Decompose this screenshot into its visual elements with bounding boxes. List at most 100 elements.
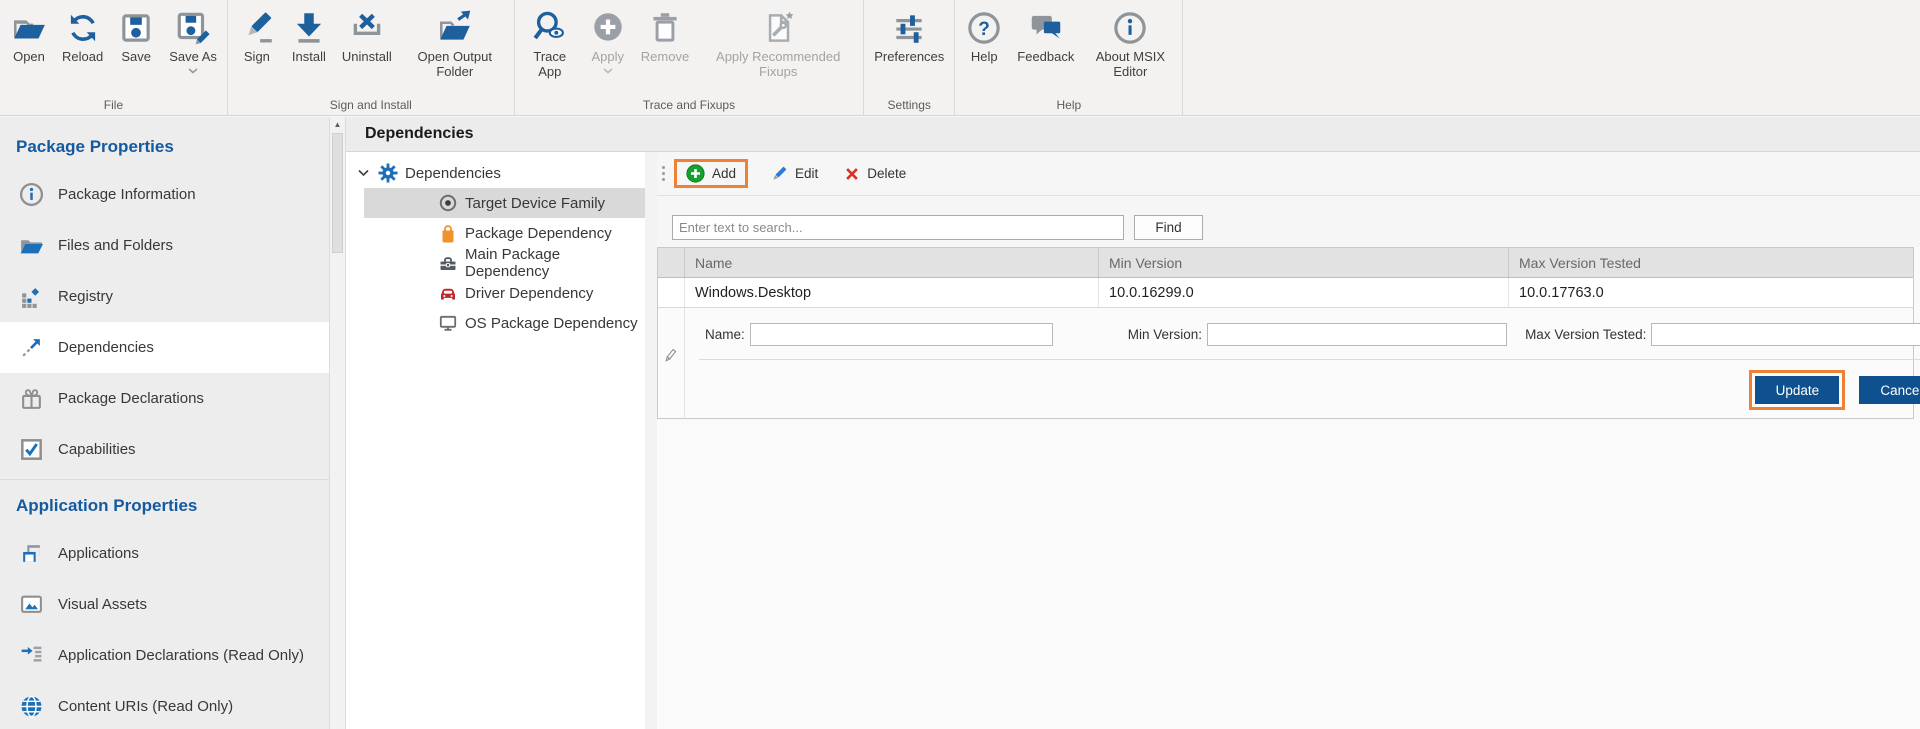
sidebar-item-visual-assets[interactable]: Visual Assets bbox=[0, 579, 329, 630]
max-version-tested-field[interactable] bbox=[1651, 323, 1920, 346]
scrollbar-up-arrow-icon[interactable]: ▲ bbox=[330, 117, 345, 132]
preferences-button[interactable]: Preferences bbox=[867, 7, 951, 64]
open-icon bbox=[10, 7, 48, 49]
sidebar-item-label: Files and Folders bbox=[58, 237, 173, 254]
cell-max-version-tested: 10.0.17763.0 bbox=[1509, 278, 1913, 307]
sidebar-item-files-and-folders[interactable]: Files and Folders bbox=[0, 220, 329, 271]
sidebar-item-applications[interactable]: Applications bbox=[0, 528, 329, 579]
apply-recommended-fixups-label: Apply Recommended Fixups bbox=[703, 49, 853, 79]
delete-label: Delete bbox=[867, 166, 906, 181]
help-button[interactable]: ? Help bbox=[958, 7, 1010, 64]
about-msix-editor-button[interactable]: About MSIX Editor bbox=[1081, 7, 1179, 79]
sidebar-item-capabilities[interactable]: Capabilities bbox=[0, 424, 329, 475]
checkbox-icon bbox=[18, 438, 44, 462]
tree-item-label: OS Package Dependency bbox=[465, 315, 638, 332]
sidebar-scrollbar[interactable]: ▲ bbox=[329, 117, 346, 729]
toolbar-grip-icon[interactable] bbox=[662, 166, 665, 181]
install-button[interactable]: Install bbox=[283, 7, 335, 64]
edit-button[interactable]: Edit bbox=[770, 165, 818, 183]
update-button[interactable]: Update bbox=[1755, 376, 1839, 404]
table-row[interactable]: Windows.Desktop 10.0.16299.0 10.0.17763.… bbox=[658, 278, 1913, 308]
row-indicator-cell bbox=[658, 278, 685, 307]
tree-item-main-package-dependency[interactable]: Main Package Dependency bbox=[346, 248, 645, 278]
cancel-button[interactable]: Cancel bbox=[1859, 376, 1920, 404]
dependencies-table: Name Min Version Max Version Tested Wind… bbox=[657, 247, 1914, 419]
sidebar: Package Properties Package Information F… bbox=[0, 117, 329, 729]
edit-label: Edit bbox=[795, 166, 818, 181]
save-as-button[interactable]: Save As bbox=[162, 7, 224, 76]
tree-item-driver-dependency[interactable]: Driver Dependency bbox=[346, 278, 645, 308]
trace-app-icon bbox=[531, 7, 569, 49]
open-button[interactable]: Open bbox=[3, 7, 55, 64]
trace-app-button[interactable]: Trace App bbox=[518, 7, 582, 79]
tree-item-label: Main Package Dependency bbox=[465, 246, 645, 280]
add-button[interactable]: Add bbox=[686, 164, 736, 183]
edit-pencil-icon bbox=[770, 165, 788, 183]
apply-label: Apply bbox=[592, 49, 625, 64]
reload-button[interactable]: Reload bbox=[55, 7, 110, 64]
sidebar-item-package-declarations[interactable]: Package Declarations bbox=[0, 373, 329, 424]
open-label: Open bbox=[13, 49, 45, 64]
monitor-icon bbox=[438, 313, 458, 333]
tree-item-os-package-dependency[interactable]: OS Package Dependency bbox=[346, 308, 645, 338]
ribbon-group-label-settings: Settings bbox=[867, 97, 951, 115]
tree-item-dependencies-root[interactable]: Dependencies bbox=[346, 158, 645, 188]
ribbon-group-file: Open Reload Save bbox=[0, 0, 228, 115]
apply-recommended-fixups-icon bbox=[759, 7, 797, 49]
tree-item-target-device-family[interactable]: Target Device Family bbox=[346, 188, 645, 218]
add-highlight-annotation: Add bbox=[674, 159, 748, 188]
globe-icon bbox=[18, 695, 44, 719]
save-as-dropdown-chevron-icon[interactable] bbox=[188, 66, 198, 76]
remove-button[interactable]: Remove bbox=[634, 7, 696, 64]
ribbon-group-settings: Preferences Settings bbox=[864, 0, 955, 115]
find-button[interactable]: Find bbox=[1134, 215, 1203, 240]
ribbon-group-label-trace-and-fixups: Trace and Fixups bbox=[518, 97, 860, 115]
tree-item-label: Package Dependency bbox=[465, 225, 612, 242]
uninstall-button[interactable]: Uninstall bbox=[335, 7, 399, 64]
sign-label: Sign bbox=[244, 49, 270, 64]
grid-toolbar: Add Edit Delete bbox=[657, 152, 1920, 196]
add-label: Add bbox=[712, 166, 736, 181]
sidebar-item-content-uris[interactable]: Content URIs (Read Only) bbox=[0, 681, 329, 729]
edit-indicator-pencil-icon bbox=[663, 348, 677, 369]
open-output-folder-label: Open Output Folder bbox=[406, 49, 504, 79]
gear-icon bbox=[378, 163, 398, 183]
column-header-max-version-tested[interactable]: Max Version Tested bbox=[1509, 248, 1913, 277]
sign-button[interactable]: Sign bbox=[231, 7, 283, 64]
min-version-field[interactable] bbox=[1207, 323, 1507, 346]
search-input[interactable] bbox=[672, 215, 1124, 240]
apply-recommended-fixups-button[interactable]: Apply Recommended Fixups bbox=[696, 7, 860, 79]
column-header-name[interactable]: Name bbox=[685, 248, 1099, 277]
save-button[interactable]: Save bbox=[110, 7, 162, 64]
apply-button[interactable]: Apply bbox=[582, 7, 634, 76]
sidebar-item-label: Application Declarations (Read Only) bbox=[58, 647, 304, 664]
min-version-field-label: Min Version: bbox=[1128, 327, 1202, 342]
feedback-button[interactable]: Feedback bbox=[1010, 7, 1081, 64]
sign-icon bbox=[238, 7, 276, 49]
row-indicator-header-cell bbox=[658, 248, 685, 277]
sidebar-item-application-declarations[interactable]: Application Declarations (Read Only) bbox=[0, 630, 329, 681]
toolbox-icon bbox=[438, 253, 458, 273]
delete-button[interactable]: Delete bbox=[844, 166, 906, 182]
ribbon-group-sign-and-install: Sign Install Uninstall bbox=[228, 0, 515, 115]
panel-splitter[interactable] bbox=[645, 152, 657, 729]
open-output-folder-button[interactable]: Open Output Folder bbox=[399, 7, 511, 79]
tree-item-label: Target Device Family bbox=[465, 195, 605, 212]
scrollbar-thumb[interactable] bbox=[332, 133, 343, 253]
chevron-down-icon[interactable] bbox=[356, 166, 370, 180]
dependencies-arrow-icon bbox=[18, 336, 44, 360]
sidebar-item-label: Capabilities bbox=[58, 441, 136, 458]
tree-item-package-dependency[interactable]: Package Dependency bbox=[346, 218, 645, 248]
sidebar-item-label: Applications bbox=[58, 545, 139, 562]
column-header-min-version[interactable]: Min Version bbox=[1099, 248, 1509, 277]
sidebar-item-registry[interactable]: Registry bbox=[0, 271, 329, 322]
reload-label: Reload bbox=[62, 49, 103, 64]
apply-dropdown-chevron-icon[interactable] bbox=[603, 66, 613, 76]
msix-editor-window: Open Reload Save bbox=[0, 0, 1920, 729]
help-icon: ? bbox=[965, 7, 1003, 49]
name-field[interactable] bbox=[750, 323, 1053, 346]
sidebar-item-dependencies[interactable]: Dependencies bbox=[0, 322, 329, 373]
registry-icon bbox=[18, 285, 44, 309]
row-edit-form: Name: Min Version: Max Version Tested: U… bbox=[658, 308, 1913, 418]
sidebar-item-package-information[interactable]: Package Information bbox=[0, 169, 329, 220]
